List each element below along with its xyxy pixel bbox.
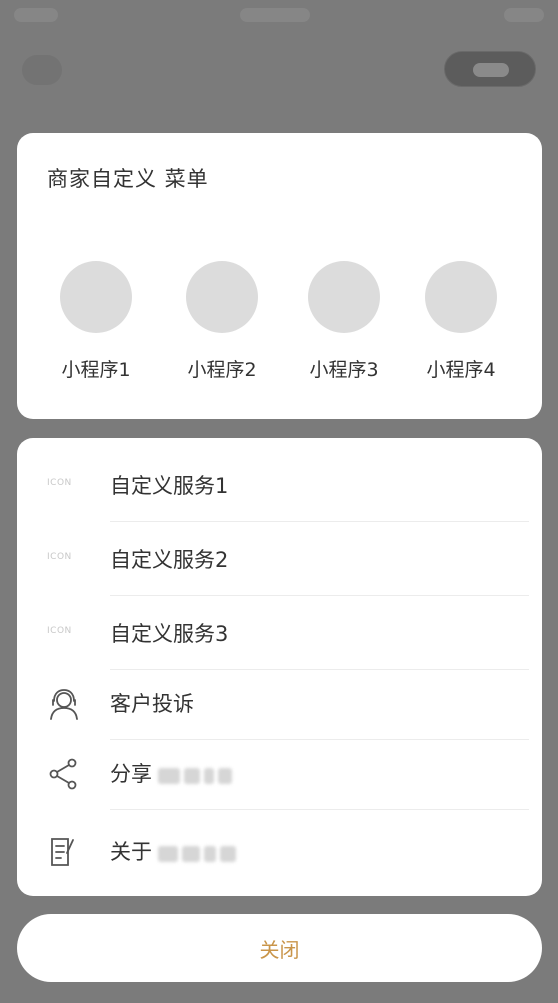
status-time bbox=[14, 8, 58, 22]
service-label: 关于 bbox=[110, 836, 240, 866]
mini-program-label: 小程序3 bbox=[309, 359, 379, 381]
mini-program-item[interactable]: 小程序2 bbox=[162, 261, 282, 382]
redacted-text bbox=[158, 765, 236, 785]
status-bar bbox=[0, 0, 558, 30]
service-label: 分享 bbox=[110, 758, 236, 788]
redacted-text bbox=[158, 843, 240, 863]
about-item[interactable]: 关于 bbox=[17, 816, 542, 888]
mini-program-icon bbox=[425, 261, 497, 333]
mini-program-icon bbox=[60, 261, 132, 333]
placeholder-icon: ICON bbox=[47, 626, 72, 636]
service-list-card: ICON 自定义服务1 ICON 自定义服务2 ICON 自定义服务3 客户投诉 bbox=[17, 438, 542, 896]
mini-program-item[interactable]: 小程序3 bbox=[284, 261, 404, 382]
mini-program-label: 小程序1 bbox=[61, 359, 131, 381]
divider bbox=[110, 595, 529, 596]
capsule-menu-button bbox=[444, 51, 536, 87]
menu-title: 商家自定义 菜单 bbox=[47, 167, 209, 191]
nav-bar bbox=[0, 45, 558, 95]
mini-program-item[interactable]: 小程序4 bbox=[401, 261, 521, 382]
share-icon bbox=[47, 758, 81, 790]
service-label: 客户投诉 bbox=[110, 692, 194, 716]
service-item-3[interactable]: ICON 自定义服务3 bbox=[17, 598, 542, 670]
mini-program-icon bbox=[186, 261, 258, 333]
service-label: 自定义服务1 bbox=[110, 474, 229, 498]
service-label: 自定义服务3 bbox=[110, 622, 229, 646]
about-icon bbox=[47, 836, 81, 868]
mini-program-label: 小程序2 bbox=[187, 359, 257, 381]
mini-program-item[interactable]: 小程序1 bbox=[36, 261, 156, 382]
mini-program-row: 小程序1 小程序2 小程序3 小程序4 bbox=[17, 261, 542, 391]
placeholder-icon: ICON bbox=[47, 478, 72, 488]
placeholder-icon: ICON bbox=[47, 552, 72, 562]
customer-service-icon bbox=[47, 688, 81, 720]
complaint-item[interactable]: 客户投诉 bbox=[17, 668, 542, 740]
mini-program-icon bbox=[308, 261, 380, 333]
share-item[interactable]: 分享 bbox=[17, 738, 542, 810]
close-button[interactable]: 关闭 bbox=[17, 914, 542, 982]
battery-icon bbox=[504, 8, 544, 22]
service-item-1[interactable]: ICON 自定义服务1 bbox=[17, 450, 542, 522]
divider bbox=[110, 809, 529, 810]
service-item-2[interactable]: ICON 自定义服务2 bbox=[17, 524, 542, 596]
back-icon bbox=[22, 55, 62, 85]
service-label: 自定义服务2 bbox=[110, 548, 229, 572]
status-carrier bbox=[240, 8, 310, 22]
merchant-menu-card: 商家自定义 菜单 小程序1 小程序2 小程序3 小程序4 bbox=[17, 133, 542, 419]
divider bbox=[110, 521, 529, 522]
mini-program-label: 小程序4 bbox=[426, 359, 496, 381]
